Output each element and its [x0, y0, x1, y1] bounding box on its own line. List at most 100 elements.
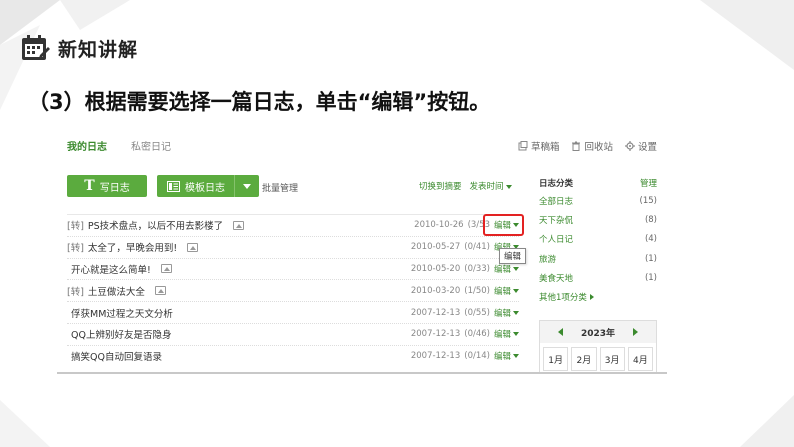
- calendar-month[interactable]: 2月: [571, 347, 597, 371]
- post-date: 2010-05-27: [410, 242, 461, 253]
- post-count: (1/50): [464, 285, 490, 296]
- slide-instruction: （3）根据需要选择一篇日志，单击“编辑”按钮。: [28, 90, 491, 114]
- image-icon: [187, 242, 199, 252]
- category-count: (4): [644, 234, 657, 245]
- blog-tabs: 我的日志 私密日记: [67, 138, 171, 153]
- month-calendar: 2023年 1月 2月 3月 4月: [539, 320, 657, 372]
- calendar-month[interactable]: 4月: [627, 347, 653, 371]
- recycle-bin-label: 回收站: [584, 142, 613, 153]
- drafts-link[interactable]: 草稿箱: [518, 139, 560, 153]
- category-count: (1): [644, 253, 657, 264]
- repost-tag: [转]: [67, 243, 84, 255]
- prev-year-icon[interactable]: [557, 328, 563, 336]
- blog-post-row[interactable]: 俘获MM过程之天文分析 2007-12-13 (0/55) 编辑: [67, 301, 519, 323]
- chevron-down-icon: [513, 288, 519, 293]
- more-categories-link[interactable]: 其他1项分类: [539, 288, 657, 306]
- chevron-down-icon: [505, 184, 512, 189]
- edit-label: 编辑: [493, 264, 511, 275]
- edit-button[interactable]: 编辑: [494, 350, 519, 362]
- post-count: (0/46): [464, 329, 490, 340]
- category-item[interactable]: 天下杂侃 (8): [539, 210, 657, 229]
- blog-post-row[interactable]: [转] PS技术盘点，以后不用去影楼了 2010-10-26 (3/53 编辑: [67, 214, 519, 236]
- next-year-icon[interactable]: [633, 328, 639, 336]
- top-actions: 草稿箱 回收站 设置: [518, 139, 657, 153]
- settings-link[interactable]: 设置: [624, 139, 657, 153]
- sort-by-time-label: 发表时间: [469, 182, 504, 192]
- chevron-down-icon: [243, 183, 251, 189]
- image-icon: [233, 220, 245, 230]
- blog-post-row[interactable]: [转] 土豆做法大全 2010-03-20 (1/50) 编辑: [67, 279, 519, 301]
- post-date: 2007-12-13: [410, 351, 461, 362]
- chevron-right-icon: [589, 293, 594, 300]
- post-date: 2010-05-20: [410, 263, 461, 274]
- write-blog-label: 写日志: [99, 182, 130, 194]
- calendar-icon: [22, 35, 50, 60]
- image-icon: [154, 286, 166, 296]
- sort-controls: 切换到摘要 发表时间: [419, 180, 512, 192]
- repost-tag: [转]: [67, 286, 84, 298]
- post-date: 2007-12-13: [410, 329, 461, 340]
- calendar-month[interactable]: 1月: [543, 347, 569, 371]
- category-item[interactable]: 旅游 (1): [539, 249, 657, 268]
- post-date: 2007-12-13: [410, 307, 461, 318]
- category-name: 美食天地: [539, 274, 574, 285]
- gear-icon: [624, 141, 635, 151]
- blog-post-title[interactable]: 土豆做法大全: [88, 284, 145, 298]
- blog-post-title[interactable]: PS技术盘点，以后不用去影楼了: [88, 218, 223, 232]
- category-name: 旅游: [539, 254, 557, 265]
- template-blog-button[interactable]: 模板日志: [157, 175, 259, 197]
- batch-manage-link[interactable]: 批量管理: [262, 181, 298, 194]
- category-item[interactable]: 美食天地 (1): [539, 269, 657, 288]
- sort-by-time-dropdown[interactable]: 发表时间: [470, 180, 512, 192]
- text-t-icon: T: [84, 178, 95, 194]
- blog-post-title[interactable]: 太全了，早晚会用到!: [88, 240, 177, 254]
- edit-button[interactable]: 编辑: [494, 285, 519, 297]
- blog-post-row[interactable]: [转]太全了，早晚会用到! 2010-05-27(0/41)编辑: [67, 235, 519, 258]
- category-item[interactable]: 全部日志 (15): [539, 191, 657, 210]
- edit-button[interactable]: 编辑: [494, 307, 519, 319]
- slide-header: 新知讲解: [20, 30, 138, 66]
- write-blog-button[interactable]: T 写日志: [67, 175, 147, 197]
- more-categories-label: 其他1项分类: [539, 292, 587, 303]
- chevron-down-icon: [513, 310, 519, 315]
- edit-button[interactable]: 编辑: [494, 263, 519, 275]
- edit-button-highlight: [483, 214, 524, 236]
- post-count: (0/14): [464, 351, 490, 362]
- category-title: 日志分类: [539, 179, 574, 189]
- category-name: 天下杂侃: [539, 216, 574, 227]
- settings-label: 设置: [637, 142, 657, 153]
- category-count: (1): [644, 273, 657, 284]
- calendar-month[interactable]: 3月: [599, 347, 625, 371]
- recycle-bin-link[interactable]: 回收站: [571, 139, 613, 153]
- category-item[interactable]: 个人日记 (4): [539, 230, 657, 249]
- category-manage-link[interactable]: 管理: [640, 177, 657, 189]
- blog-post-title[interactable]: QQ上辨别好友是否隐身: [71, 327, 171, 341]
- edit-tooltip: 编辑: [499, 248, 527, 264]
- template-blog-main[interactable]: 模板日志: [157, 175, 235, 197]
- edit-button[interactable]: 编辑: [494, 328, 519, 340]
- template-icon: [167, 180, 180, 192]
- template-dropdown-toggle[interactable]: [235, 183, 259, 189]
- post-date: 2010-03-20: [410, 285, 461, 296]
- blog-post-list: [转] PS技术盘点，以后不用去影楼了 2010-10-26 (3/53 编辑 [转]…: [67, 214, 519, 367]
- switch-to-summary-link[interactable]: 切换到摘要: [419, 180, 462, 192]
- blog-post-row[interactable]: 搞笑QQ自动回复语录 2007-12-13 (0/14) 编辑: [67, 344, 519, 367]
- tab-private-diary[interactable]: 私密日记: [131, 138, 171, 153]
- drafts-label: 草稿箱: [530, 142, 560, 153]
- chevron-down-icon: [513, 332, 519, 337]
- edit-label: 编辑: [493, 352, 511, 363]
- chevron-down-icon: [513, 266, 519, 271]
- blog-post-row[interactable]: 开心就是这么简单! 2010-05-20 (0/33) 编辑: [67, 257, 519, 280]
- template-blog-label: 模板日志: [185, 182, 225, 194]
- blog-post-title[interactable]: 俘获MM过程之天文分析: [71, 306, 173, 320]
- category-sidebar: 日志分类 管理 全部日志 (15) 天下杂侃 (8) 个人日记 (4) 旅游 (1) 美…: [539, 175, 657, 306]
- trash-icon: [572, 141, 581, 151]
- repost-tag: [转]: [67, 221, 84, 233]
- blog-post-title[interactable]: 开心就是这么简单!: [71, 262, 151, 276]
- image-icon: [160, 264, 172, 274]
- blog-post-row[interactable]: QQ上辨别好友是否隐身 2007-12-13 (0/46) 编辑: [67, 322, 519, 345]
- blog-post-title[interactable]: 搞笑QQ自动回复语录: [71, 349, 162, 363]
- category-name: 个人日记: [539, 235, 574, 246]
- tab-my-blog[interactable]: 我的日志: [67, 138, 107, 153]
- category-name: 全部日志: [539, 196, 574, 207]
